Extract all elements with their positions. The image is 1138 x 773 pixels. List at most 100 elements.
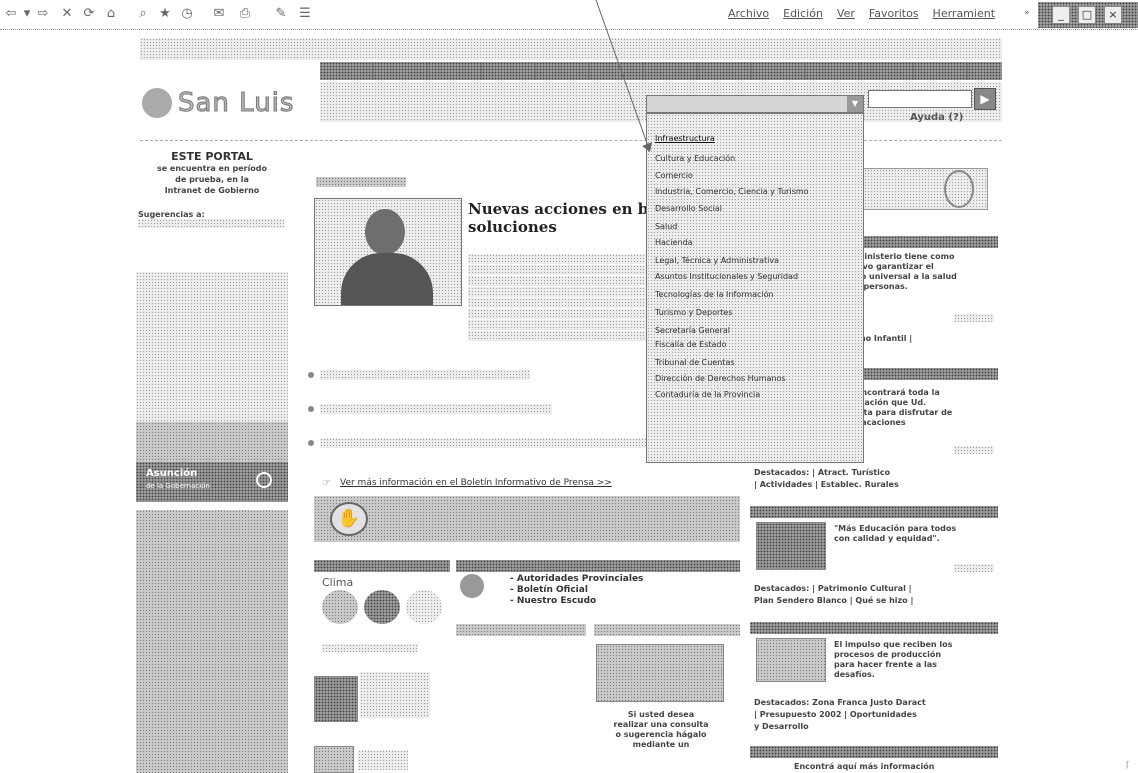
tourism-text-line: encontrará toda la [856, 388, 940, 397]
consult-photo[interactable] [596, 644, 724, 702]
education-destacados-link[interactable]: Destacados: | Patrimonio Cultural | [754, 584, 912, 593]
edit-icon[interactable]: ✎ [272, 6, 290, 22]
menu-favoritos[interactable]: Favoritos [869, 7, 919, 20]
news-photo[interactable] [314, 198, 462, 306]
history-icon[interactable]: ◷ [178, 6, 196, 22]
more-info-text[interactable]: Encontrá aquí más información [794, 762, 934, 771]
ministry-option[interactable]: Dirección de Derechos Humanos [655, 374, 786, 383]
consult-line: Si usted desea [627, 710, 695, 719]
search-icon[interactable]: ⌕ [134, 6, 152, 22]
ministry-select[interactable]: ▼ [646, 95, 864, 113]
bullet-icon [308, 440, 314, 446]
official-bulletin-link[interactable]: - Boletín Oficial [510, 585, 643, 596]
left-decorative-panel [136, 510, 288, 773]
header-nav-band[interactable] [320, 62, 1002, 80]
news-bullet-link[interactable] [320, 404, 552, 414]
production-text-line: procesos de producción [834, 650, 942, 659]
health-text-line: ministerio tiene como [856, 252, 955, 261]
consult-line: o sugerencia hágalo [615, 730, 707, 739]
more-info-link[interactable]: Ver más información en el Boletín Inform… [340, 478, 612, 488]
health-text-line: tivo garantizar el [856, 262, 934, 271]
chevron-down-icon[interactable]: ▼ [847, 96, 863, 112]
production-text-line: para hacer frente a las [834, 660, 937, 669]
site-logo[interactable]: San Luis [140, 86, 320, 122]
ministry-option[interactable]: Comercio [655, 171, 693, 180]
education-photo[interactable] [756, 522, 826, 570]
tourism-destacados-link[interactable]: | Actividades | Establec. Rurales [754, 480, 899, 489]
menu-herramientas[interactable]: Herramient [933, 7, 995, 20]
tourism-more-link[interactable] [954, 446, 994, 454]
site-header: San Luis ▶ Ayuda (?) [140, 38, 1002, 138]
san-luis-cities-thumb[interactable] [314, 746, 354, 773]
menu-ver[interactable]: Ver [837, 7, 855, 20]
home-icon[interactable]: ⌂ [102, 6, 120, 22]
ministry-option[interactable]: Secretaría General [655, 326, 730, 335]
portal-notice-title: ESTE PORTAL [171, 150, 253, 163]
ministry-option[interactable]: Contaduría de la Provincia [655, 390, 760, 399]
menu-edicion[interactable]: Edición [783, 7, 823, 20]
tourism-text: encontrará toda la mación que Ud. sita p… [856, 388, 952, 428]
handshake-banner[interactable] [314, 496, 740, 542]
tourism-destacados-link[interactable]: Destacados: | Atract. Turístico [754, 468, 890, 477]
search-go-button[interactable]: ▶ [974, 88, 996, 110]
maximize-icon[interactable]: □ [1078, 6, 1096, 24]
forward-icon[interactable]: ⇨ [34, 6, 52, 22]
education-section-header [750, 506, 998, 518]
education-destacados-link[interactable]: Plan Sendero Blanco | Qué se hizo | [754, 596, 913, 605]
news-bullet-link[interactable] [320, 370, 530, 380]
portal-notice-line: Intranet de Gobierno [164, 186, 260, 195]
ministry-option[interactable]: Asuntos Institucionales y Seguridad [655, 272, 798, 281]
health-more-link[interactable] [954, 314, 994, 322]
ministry-option[interactable]: Tribunal de Cuentas [655, 358, 735, 367]
scroll-indicator[interactable]: ʃ [1126, 760, 1129, 769]
clima-label[interactable]: Clima [322, 576, 353, 589]
browser-toolbar: ⇦ ▾ ⇨ ✕ ⟳ ⌂ ⌕ ★ ◷ ✉ ⎙ ✎ ☰ Archivo Edició… [0, 0, 1138, 30]
ministry-option[interactable]: Turismo y Deportes [655, 308, 733, 317]
san-luis-images-text[interactable] [360, 672, 430, 718]
health-destacado-link[interactable]: rno Infantil | [856, 334, 912, 343]
province-seal-icon [142, 88, 172, 118]
discuss-icon[interactable]: ☰ [296, 6, 314, 22]
sun-icon [364, 590, 400, 624]
mail-icon[interactable]: ✉ [210, 6, 228, 22]
ministry-option[interactable]: Fiscalía de Estado [655, 340, 726, 349]
ministry-option[interactable]: Infraestructura [655, 134, 715, 143]
education-more-link[interactable] [954, 564, 994, 572]
close-icon[interactable]: × [1104, 6, 1122, 24]
rain-icon [406, 590, 442, 624]
ministry-option[interactable]: Cultura y Educación [655, 154, 735, 163]
menu-overflow-icon[interactable]: » [1024, 8, 1030, 18]
production-destacados-link[interactable]: Destacados: Zona Franca Justo Daract [754, 698, 926, 707]
favorites-icon[interactable]: ★ [156, 6, 174, 22]
ministry-option[interactable]: Tecnologías de la Información [655, 290, 774, 299]
ministry-option[interactable]: Desarrollo Social [655, 204, 722, 213]
ministry-option[interactable]: Hacienda [655, 238, 693, 247]
banner-title: Asunción [146, 468, 198, 479]
site-search-input[interactable] [868, 90, 972, 108]
tourism-text-line: vacaciones [856, 418, 906, 427]
section-header [456, 624, 586, 636]
banner-arrow-icon [256, 472, 272, 488]
san-luis-images-thumb[interactable] [314, 676, 358, 722]
news-bullet-link[interactable] [320, 438, 650, 448]
building-photo [136, 272, 288, 422]
refresh-icon[interactable]: ⟳ [80, 6, 98, 22]
stop-icon[interactable]: ✕ [58, 6, 76, 22]
production-text-line: El impulso que reciben los [834, 640, 953, 649]
ministry-option[interactable]: Legal, Técnica y Administrativa [655, 256, 779, 265]
suggestions-email-link[interactable] [138, 219, 284, 228]
bullet-icon [308, 372, 314, 378]
san-luis-cities-text[interactable] [358, 750, 408, 770]
authorities-link[interactable]: - Autoridades Provinciales [510, 574, 643, 585]
menu-archivo[interactable]: Archivo [728, 7, 769, 20]
arrow-icon: ☞ [322, 478, 331, 489]
production-destacados-link[interactable]: | Presupuesto 2002 | Oportunidades [754, 710, 917, 719]
print-icon[interactable]: ⎙ [236, 6, 254, 22]
production-destacados-link[interactable]: y Desarrollo [754, 722, 809, 731]
coat-of-arms-link[interactable]: - Nuestro Escudo [510, 596, 643, 607]
help-link[interactable]: Ayuda (?) [910, 112, 963, 123]
production-photo[interactable] [756, 638, 826, 682]
minimize-icon[interactable]: _ [1052, 6, 1070, 24]
ministry-option[interactable]: Salud [655, 222, 677, 231]
ministry-option[interactable]: Industria, Comercio, Ciencia y Turismo [655, 187, 809, 196]
